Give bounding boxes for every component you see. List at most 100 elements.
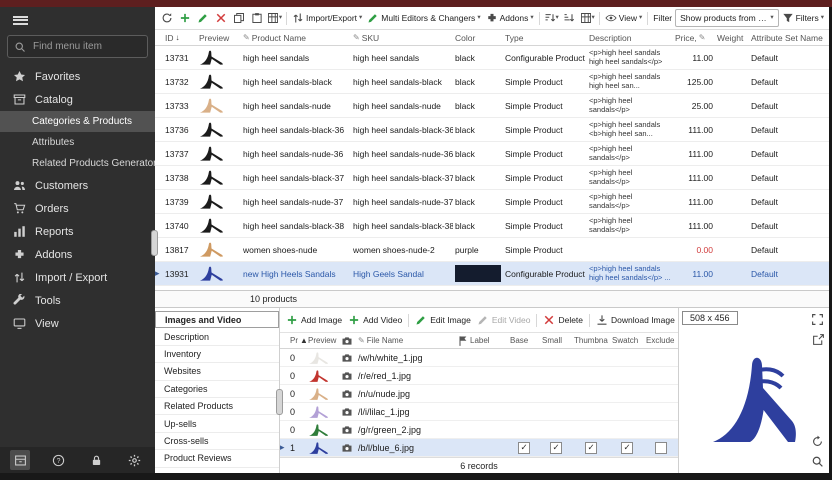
col-header-attribute-set-name[interactable]: Attribute Set Name bbox=[749, 33, 829, 43]
edit-video-button[interactable]: Edit Video bbox=[475, 311, 533, 329]
sidebar-item-tools[interactable]: Tools bbox=[0, 289, 155, 312]
product-row[interactable]: ▸13931new High Heels SandalsHigh Geels S… bbox=[155, 262, 829, 286]
sidebar-item-related-products-generator[interactable]: Related Products Generator bbox=[0, 153, 155, 174]
col-header-swatch[interactable]: Swatch bbox=[610, 336, 644, 345]
col-header-preview[interactable]: Preview bbox=[306, 336, 340, 345]
tab-websites[interactable]: Websites bbox=[155, 363, 279, 380]
col-header-file-name[interactable]: ✎File Name bbox=[356, 336, 456, 345]
refresh-button[interactable] bbox=[158, 10, 175, 27]
menu-search-input[interactable] bbox=[31, 40, 141, 53]
col-header-description[interactable]: Description bbox=[587, 33, 673, 43]
category-filter-select[interactable]: Show products from selected categories▾ bbox=[675, 9, 778, 27]
add-video-button[interactable]: Add Video bbox=[346, 311, 404, 329]
help-button[interactable]: ? bbox=[48, 450, 68, 470]
sidebar-item-addons[interactable]: Addons bbox=[0, 243, 155, 266]
image-row[interactable]: 0/n/u/nude.jpg bbox=[280, 385, 678, 403]
tabs-splitter[interactable] bbox=[276, 389, 283, 415]
sidebar-item-orders[interactable]: Orders bbox=[0, 197, 155, 220]
product-row[interactable]: 13733high heel sandals-nudehigh heel san… bbox=[155, 94, 829, 118]
view-menu[interactable]: View▾ bbox=[603, 10, 645, 27]
col-header-exclude[interactable]: Exclude bbox=[644, 336, 678, 345]
tab-related-products[interactable]: Related Products bbox=[155, 398, 279, 415]
sort-ascending-button[interactable]: ▾ bbox=[543, 10, 560, 27]
image-small-cell[interactable]: ✓ bbox=[540, 439, 572, 456]
tab-product-reviews[interactable]: Product Reviews bbox=[155, 450, 279, 467]
tab-images-and-video[interactable]: Images and Video bbox=[155, 311, 279, 328]
col-header-pr[interactable]: Pr▲ bbox=[288, 336, 306, 345]
tab-up-sells[interactable]: Up-sells bbox=[155, 415, 279, 432]
sidebar-splitter[interactable] bbox=[151, 230, 158, 256]
row-expander[interactable]: ▸ bbox=[155, 262, 163, 285]
col-header-price[interactable]: Price,✎ bbox=[673, 33, 715, 43]
col-header-type[interactable]: Type bbox=[503, 33, 587, 43]
columns-button[interactable]: ▾ bbox=[266, 10, 283, 27]
col-cam[interactable] bbox=[340, 335, 356, 347]
product-row[interactable]: 13739high heel sandals-nude-37high heel … bbox=[155, 190, 829, 214]
image-row[interactable]: ▸1/b/l/blue_6.jpg✓✓✓✓ bbox=[280, 439, 678, 457]
col-header-sku[interactable]: ✎SKU bbox=[351, 33, 453, 43]
menu-search[interactable] bbox=[7, 35, 148, 58]
product-row[interactable]: 13731high heel sandalshigh heel sandalsb… bbox=[155, 46, 829, 70]
download-image-button[interactable]: Download Image bbox=[594, 311, 677, 329]
product-row[interactable]: 13738high heel sandals-black-37high heel… bbox=[155, 166, 829, 190]
edit-product-button[interactable] bbox=[194, 10, 211, 27]
exclude-checkbox[interactable] bbox=[655, 442, 667, 454]
image-thumb-cell[interactable]: ✓ bbox=[572, 439, 610, 456]
tab-categories[interactable]: Categories bbox=[155, 381, 279, 398]
sidebar-item-attributes[interactable]: Attributes bbox=[0, 132, 155, 153]
sidebar-item-reports[interactable]: Reports bbox=[0, 220, 155, 243]
zoom-icon[interactable] bbox=[810, 454, 825, 469]
image-base-cell[interactable]: ✓ bbox=[508, 439, 540, 456]
col-header-weight[interactable]: Weight bbox=[715, 33, 749, 43]
col-header-color[interactable]: Color bbox=[453, 33, 503, 43]
sidebar-item-import-export[interactable]: Import / Export bbox=[0, 266, 155, 289]
add-product-button[interactable] bbox=[176, 10, 193, 27]
image-row[interactable]: 0/w/h/white_1.jpg bbox=[280, 349, 678, 367]
import-export-menu[interactable]: Import/Export▾ bbox=[290, 10, 364, 27]
delete-image-button[interactable]: Delete bbox=[541, 311, 585, 329]
store-button[interactable] bbox=[10, 450, 30, 470]
product-row[interactable]: 13817women shoes-nudewomen shoes-nude-2p… bbox=[155, 238, 829, 262]
col-header-id[interactable]: ID↓ bbox=[163, 33, 197, 43]
menu-toggle-button[interactable] bbox=[0, 7, 155, 33]
image-row[interactable]: 0/r/e/red_1.jpg bbox=[280, 367, 678, 385]
tab-cross-sells[interactable]: Cross-sells bbox=[155, 433, 279, 450]
col-header-preview[interactable]: Preview bbox=[197, 33, 241, 43]
image-row[interactable]: 0/g/r/green_2.jpg bbox=[280, 421, 678, 439]
product-row[interactable]: 13732high heel sandals-blackhigh heel sa… bbox=[155, 70, 829, 94]
fullscreen-icon[interactable] bbox=[810, 312, 825, 327]
open-external-icon[interactable] bbox=[811, 332, 826, 347]
product-row[interactable]: 13740high heel sandals-black-38high heel… bbox=[155, 214, 829, 238]
filters-menu[interactable]: Filters▾ bbox=[780, 10, 826, 27]
sidebar-item-catalog[interactable]: Catalog bbox=[0, 88, 155, 111]
sidebar-item-view[interactable]: View bbox=[0, 312, 155, 335]
add-image-button[interactable]: Add Image bbox=[284, 311, 344, 329]
settings-button[interactable] bbox=[125, 450, 145, 470]
sidebar-item-favorites[interactable]: Favorites bbox=[0, 65, 155, 88]
tab-inventory[interactable]: Inventory bbox=[155, 346, 279, 363]
col-header-label[interactable]: Label bbox=[468, 336, 508, 345]
col-header-product-name[interactable]: ✎Product Name bbox=[241, 33, 351, 43]
product-row[interactable]: 13736high heel sandals-black-36high heel… bbox=[155, 118, 829, 142]
col-header-thumbna[interactable]: Thumbna bbox=[572, 336, 610, 345]
grouping-button[interactable]: ▾ bbox=[579, 10, 596, 27]
thumb-checkbox[interactable]: ✓ bbox=[585, 442, 597, 454]
image-swatch-cell[interactable]: ✓ bbox=[610, 439, 644, 456]
copy-button[interactable] bbox=[230, 10, 247, 27]
image-row[interactable]: 0/l/i/lilac_1.jpg bbox=[280, 403, 678, 421]
paste-button[interactable] bbox=[248, 10, 265, 27]
sort-descending-button[interactable] bbox=[561, 10, 578, 27]
addons-menu[interactable]: Addons▾ bbox=[484, 10, 536, 27]
lock-button[interactable] bbox=[87, 450, 107, 470]
sidebar-item-categories-products[interactable]: Categories & Products bbox=[0, 111, 155, 132]
col-header-small[interactable]: Small bbox=[540, 336, 572, 345]
rotate-icon[interactable] bbox=[810, 434, 825, 449]
sidebar-item-customers[interactable]: Customers bbox=[0, 174, 155, 197]
col-header-base[interactable]: Base bbox=[508, 336, 540, 345]
delete-product-button[interactable] bbox=[212, 10, 229, 27]
tab-description[interactable]: Description bbox=[155, 328, 279, 345]
product-row[interactable]: 13737high heel sandals-nude-36high heel … bbox=[155, 142, 829, 166]
col-flag[interactable] bbox=[456, 335, 468, 347]
small-checkbox[interactable]: ✓ bbox=[550, 442, 562, 454]
edit-image-button[interactable]: Edit Image bbox=[413, 311, 473, 329]
